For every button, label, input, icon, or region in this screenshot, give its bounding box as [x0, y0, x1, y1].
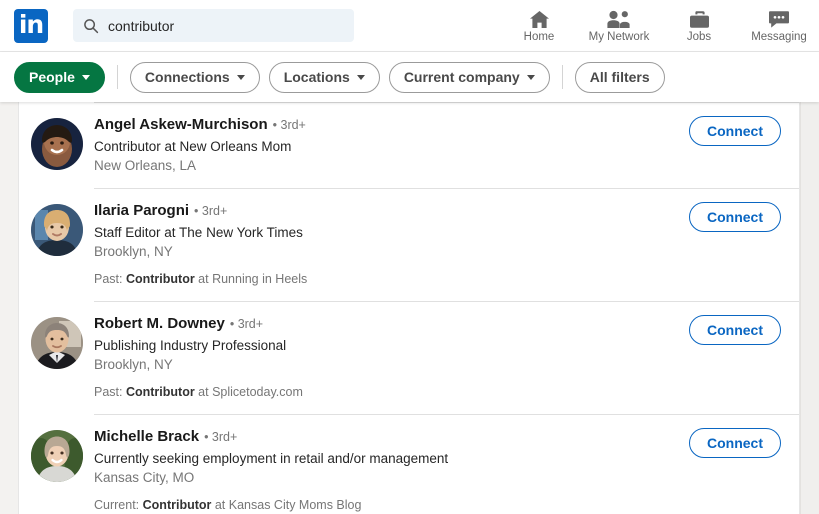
filter-all-filters-label: All filters: [589, 69, 650, 85]
connection-degree: • 3rd+: [229, 317, 264, 331]
person-location: Kansas City, MO: [94, 470, 195, 485]
table-row[interactable]: Angel Askew-Murchison • 3rd+ Contributor…: [19, 102, 799, 188]
nav-item-jobs[interactable]: Jobs: [659, 0, 739, 52]
person-name[interactable]: Angel Askew-Murchison: [94, 115, 268, 135]
connect-button[interactable]: Connect: [689, 116, 781, 146]
person-headline: Currently seeking employment in retail a…: [94, 451, 449, 466]
connect-button[interactable]: Connect: [689, 315, 781, 345]
search-icon: [83, 18, 99, 34]
meta-prefix: Past:: [94, 272, 126, 286]
person-info: Angel Askew-Murchison • 3rd+ Contributor…: [94, 115, 689, 175]
avatar-cell: [19, 201, 94, 288]
table-row[interactable]: Robert M. Downey • 3rd+ Publishing Indus…: [19, 301, 799, 414]
connection-degree: • 3rd+: [272, 118, 306, 132]
person-name[interactable]: Ilaria Parogni: [94, 201, 189, 221]
meta-suffix: at Kansas City Moms Blog: [211, 498, 362, 512]
nav-label-my-network: My Network: [588, 31, 650, 43]
filter-divider-2: [561, 65, 563, 89]
person-current-experience: Current: Contributor at Kansas City Moms…: [94, 496, 677, 514]
primary-nav: Home My Network Jobs Messaging: [499, 0, 819, 52]
chevron-down-icon: [236, 74, 245, 80]
row-divider: [94, 188, 799, 189]
row-actions: Connect: [689, 201, 799, 288]
person-name[interactable]: Michelle Brack: [94, 427, 199, 447]
meta-highlight: Contributor: [125, 385, 195, 399]
person-name-line: Ilaria Parogni • 3rd+: [94, 201, 677, 221]
person-name-line: Angel Askew-Murchison • 3rd+: [94, 115, 677, 135]
message-bubble-icon: [768, 8, 790, 30]
row-divider: [94, 301, 799, 302]
chevron-down-icon: [356, 74, 365, 80]
connect-button[interactable]: Connect: [689, 202, 781, 232]
person-location: Brooklyn, NY: [94, 357, 173, 372]
person-name-line: Michelle Brack • 3rd+: [94, 427, 677, 447]
row-actions: Connect: [689, 115, 799, 175]
row-actions: Connect: [689, 427, 799, 514]
person-headline: Staff Editor at The New York Times: [94, 225, 303, 240]
filter-people[interactable]: People: [14, 61, 105, 93]
vertical-scrollbar[interactable]: [800, 102, 819, 514]
filter-locations-label: Locations: [283, 69, 350, 85]
row-divider: [94, 102, 799, 103]
person-info: Robert M. Downey • 3rd+ Publishing Indus…: [94, 314, 689, 401]
avatar-cell: [19, 427, 94, 514]
filter-all-filters[interactable]: All filters: [574, 61, 665, 93]
connection-degree: • 3rd+: [204, 430, 238, 444]
person-location: Brooklyn, NY: [94, 244, 173, 259]
person-location: New Orleans, LA: [94, 158, 197, 173]
row-divider: [94, 414, 799, 415]
person-headline: Publishing Industry Professional: [94, 338, 287, 353]
nav-label-messaging: Messaging: [751, 31, 807, 43]
nav-item-my-network[interactable]: My Network: [579, 0, 659, 52]
filter-locations[interactable]: Locations: [268, 61, 380, 93]
nav-label-home: Home: [523, 31, 555, 43]
table-row[interactable]: Ilaria Parogni • 3rd+ Staff Editor at Th…: [19, 188, 799, 301]
person-headline: Contributor at New Orleans Mom: [94, 139, 292, 154]
filter-connections[interactable]: Connections: [129, 61, 260, 93]
results-area: Angel Askew-Murchison • 3rd+ Contributor…: [0, 102, 819, 514]
home-icon: [529, 8, 550, 30]
person-info: Ilaria Parogni • 3rd+ Staff Editor at Th…: [94, 201, 689, 288]
filter-bar: People Connections Locations Current com…: [0, 52, 819, 102]
meta-suffix: at Splicetoday.com: [194, 385, 303, 399]
avatar[interactable]: [30, 317, 83, 369]
nav-label-jobs: Jobs: [686, 31, 712, 43]
meta-highlight: Contributor: [142, 498, 212, 512]
table-row[interactable]: Michelle Brack • 3rd+ Currently seeking …: [19, 414, 799, 514]
connection-degree: • 3rd+: [194, 204, 228, 218]
global-header: in Home: [0, 0, 819, 52]
connect-button[interactable]: Connect: [689, 428, 781, 458]
avatar[interactable]: [30, 430, 83, 482]
person-info: Michelle Brack • 3rd+ Currently seeking …: [94, 427, 689, 514]
row-actions: Connect: [689, 314, 799, 401]
avatar-cell: [19, 115, 94, 175]
person-name-line: Robert M. Downey • 3rd+: [94, 314, 677, 334]
filter-people-label: People: [29, 69, 75, 85]
briefcase-icon: [689, 8, 710, 30]
person-name[interactable]: Robert M. Downey: [94, 314, 225, 334]
filter-divider: [116, 65, 118, 89]
person-past-experience: Past: Contributor at Running in Heels: [94, 270, 677, 288]
nav-item-home[interactable]: Home: [499, 0, 579, 52]
meta-prefix: Current:: [94, 498, 143, 512]
meta-prefix: Past:: [94, 385, 126, 399]
meta-highlight: Contributor: [125, 272, 195, 286]
avatar-cell: [19, 314, 94, 401]
search-box[interactable]: [73, 9, 354, 42]
network-icon: [607, 8, 631, 30]
chevron-down-icon: [526, 74, 535, 80]
meta-suffix: at Running in Heels: [194, 272, 308, 286]
search-results-card: Angel Askew-Murchison • 3rd+ Contributor…: [18, 102, 800, 514]
filter-current-company-label: Current company: [403, 69, 520, 85]
filter-current-company[interactable]: Current company: [388, 61, 550, 93]
nav-item-messaging[interactable]: Messaging: [739, 0, 819, 52]
avatar[interactable]: [30, 204, 83, 256]
search-input[interactable]: [108, 17, 344, 34]
person-past-experience: Past: Contributor at Splicetoday.com: [94, 383, 677, 401]
chevron-down-icon: [81, 74, 90, 80]
filter-connections-label: Connections: [144, 69, 230, 85]
avatar[interactable]: [30, 118, 83, 170]
linkedin-logo[interactable]: in: [14, 8, 48, 43]
